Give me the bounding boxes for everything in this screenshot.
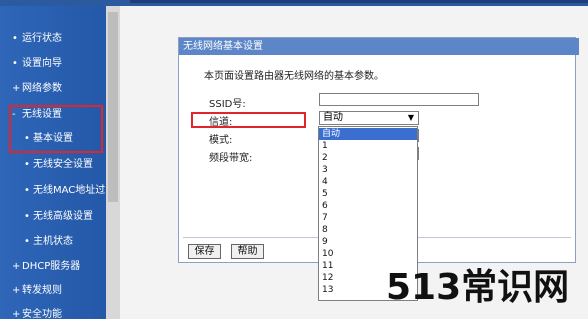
- sidebar-item-label: 无线安全设置: [33, 159, 93, 170]
- channel-highlight-box: [191, 112, 306, 128]
- expand-icon: +: [12, 285, 21, 296]
- dropdown-option[interactable]: 2: [319, 152, 417, 164]
- sidebar-item-forwarding[interactable]: + 转发规则: [0, 281, 106, 301]
- dropdown-option[interactable]: 8: [319, 224, 417, 236]
- expand-icon: +: [12, 83, 21, 94]
- dropdown-option[interactable]: 6: [319, 200, 417, 212]
- save-button[interactable]: 保存: [188, 244, 221, 259]
- channel-select-value: 自动: [323, 112, 343, 123]
- sidebar-item-status[interactable]: • 运行状态: [0, 29, 106, 49]
- ssid-input[interactable]: [319, 93, 479, 106]
- sidebar-item-label: 无线高级设置: [33, 211, 93, 222]
- ssid-label: SSID号:: [209, 99, 246, 110]
- expand-icon: +: [12, 261, 21, 272]
- sidebar-item-label: 运行状态: [22, 33, 62, 44]
- dropdown-option[interactable]: 4: [319, 176, 417, 188]
- mode-label: 模式:: [209, 135, 233, 146]
- panel-intro: 本页面设置路由器无线网络的基本参数。: [204, 71, 384, 82]
- bandwidth-label: 频段带宽:: [209, 153, 253, 164]
- dropdown-option[interactable]: 3: [319, 164, 417, 176]
- expand-icon: +: [12, 309, 21, 320]
- watermark: 513常识网: [386, 267, 570, 308]
- sidebar-item-label: 安全功能: [22, 309, 62, 320]
- sidebar-item-label: 主机状态: [33, 236, 73, 247]
- sidebar-item-label: 无线MAC地址过滤: [33, 185, 106, 196]
- sidebar-item-wizard[interactable]: • 设置向导: [0, 54, 106, 74]
- sidebar-item-dhcp[interactable]: + DHCP服务器: [0, 257, 106, 277]
- bullet-icon: •: [24, 159, 30, 170]
- top-bar-line: [130, 0, 588, 3]
- help-button[interactable]: 帮助: [231, 244, 264, 259]
- sidebar-item-label: DHCP服务器: [22, 261, 81, 272]
- dropdown-option[interactable]: 7: [319, 212, 417, 224]
- dropdown-option[interactable]: 9: [319, 236, 417, 248]
- dropdown-option[interactable]: 10: [319, 248, 417, 260]
- sidebar-scrollbar[interactable]: [106, 6, 120, 319]
- sidebar-item-label: 转发规则: [22, 285, 62, 296]
- dropdown-option[interactable]: 1: [319, 140, 417, 152]
- sidebar-item-wireless-security[interactable]: • 无线安全设置: [0, 155, 106, 175]
- dropdown-arrow-icon: ▼: [407, 113, 414, 122]
- dropdown-option[interactable]: 自动: [319, 128, 417, 140]
- bullet-icon: •: [24, 236, 30, 247]
- sidebar-item-security[interactable]: + 安全功能: [0, 305, 106, 325]
- bullet-icon: •: [12, 58, 18, 69]
- bullet-icon: •: [24, 185, 30, 196]
- sidebar-item-network[interactable]: + 网络参数: [0, 79, 106, 99]
- channel-select[interactable]: 自动 ▼: [319, 111, 419, 125]
- sidebar-item-wireless-advanced[interactable]: • 无线高级设置: [0, 207, 106, 227]
- wireless-highlight-box: [9, 105, 103, 153]
- dropdown-option[interactable]: 5: [319, 188, 417, 200]
- panel-title: 无线网络基本设置: [179, 38, 579, 55]
- sidebar: • 运行状态 • 设置向导 + 网络参数 - 无线设置 • 基本设置 • 无线安…: [0, 6, 106, 320]
- sidebar-item-label: 网络参数: [22, 83, 62, 94]
- scrollbar-thumb[interactable]: [108, 12, 118, 202]
- sidebar-item-label: 设置向导: [22, 58, 62, 69]
- sidebar-item-host-status[interactable]: • 主机状态: [0, 232, 106, 252]
- bullet-icon: •: [12, 33, 18, 44]
- bullet-icon: •: [24, 211, 30, 222]
- sidebar-item-mac-filter[interactable]: • 无线MAC地址过滤: [0, 181, 106, 201]
